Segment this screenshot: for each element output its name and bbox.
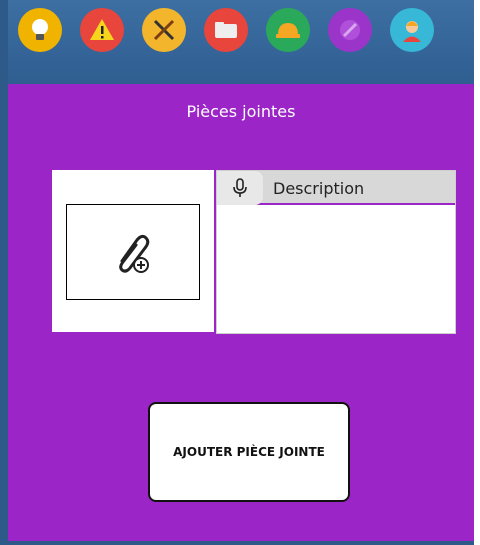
attachment-preview — [52, 170, 214, 332]
microphone-icon — [233, 178, 247, 197]
worker-avatar-icon — [403, 21, 421, 42]
panel-title: Pièces jointes — [186, 102, 296, 121]
paperclip-add-icon — [119, 234, 150, 273]
microphone-button[interactable] — [217, 171, 263, 205]
warning-button[interactable] — [80, 8, 124, 52]
attachments-panel: Pièces jointes Description AJOUTER PIÈCE… — [8, 84, 474, 541]
hardhat-icon — [276, 23, 300, 38]
warning-icon — [90, 19, 114, 40]
description-header: Description — [217, 171, 455, 205]
pencil-button[interactable] — [328, 8, 372, 52]
folder-button[interactable] — [204, 8, 248, 52]
attach-file-button[interactable] — [66, 204, 200, 300]
folder-icon — [215, 22, 237, 38]
lightbulb-icon — [32, 19, 48, 40]
tools-icon — [153, 19, 175, 41]
worker-avatar-button[interactable] — [390, 8, 434, 52]
app-window: Pièces jointes Description AJOUTER PIÈCE… — [0, 0, 474, 545]
tools-button[interactable] — [142, 8, 186, 52]
pencil-icon — [340, 20, 360, 40]
description-label: Description — [273, 179, 365, 198]
lightbulb-button[interactable] — [18, 8, 62, 52]
top-toolbar — [8, 0, 474, 84]
hardhat-button[interactable] — [266, 8, 310, 52]
add-attachment-button[interactable]: AJOUTER PIÈCE JOINTE — [148, 402, 350, 502]
description-box: Description — [216, 170, 456, 334]
description-input[interactable] — [217, 207, 455, 333]
